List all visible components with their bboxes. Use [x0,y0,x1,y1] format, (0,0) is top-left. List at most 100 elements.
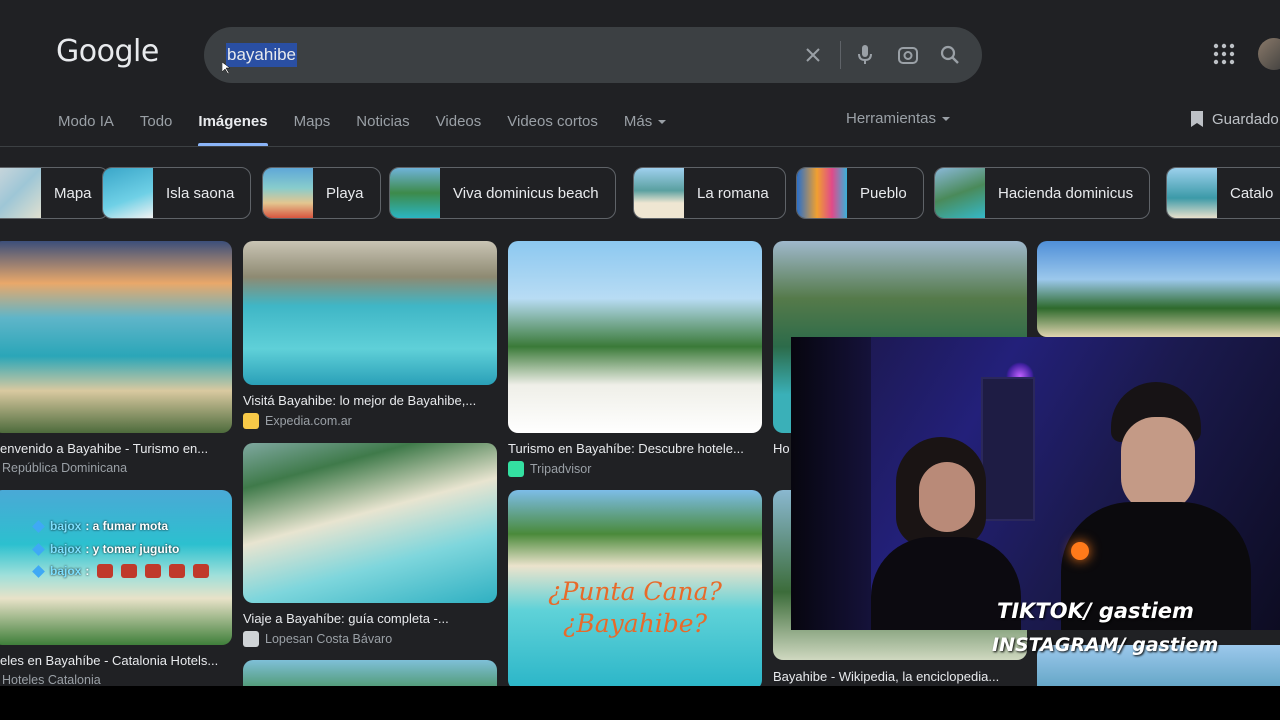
result-caption[interactable]: eles en Bayahíbe - Catalonia Hotels... [0,653,232,668]
person-face [1121,417,1195,512]
chip-pueblo[interactable]: Pueblo [796,167,924,219]
result-caption[interactable]: Visitá Bayahibe: lo mejor de Bayahibe,..… [243,393,497,408]
chip-label: Pueblo [860,184,907,202]
result-image[interactable] [243,443,497,603]
door-shadow [791,337,871,630]
microphone-light [1071,542,1089,560]
tools-menu[interactable]: Herramientas [846,110,951,127]
chip-label: Playa [326,184,364,202]
tab-mas-label: Más [623,113,653,130]
chip-thumbnail [103,168,153,218]
image-text-line: ¿Bayahibe? [562,609,707,638]
chip-label: La romana [697,184,769,202]
chip-catalo[interactable]: Catalo [1166,167,1280,219]
person-face [919,462,975,532]
tools-label: Herramientas [846,110,937,127]
chat-username: bajox [50,542,82,556]
result-image[interactable] [0,241,232,433]
result-source-label: Lopesan Costa Bávaro [265,632,393,646]
result-caption[interactable]: Turismo en Bayahíbe: Descubre hotele... [508,441,762,456]
chevron-down-icon [942,117,951,122]
chat-text: : a fumar mota [85,519,169,533]
tab-todo[interactable]: Todo [140,110,173,146]
close-icon[interactable] [799,41,827,69]
chip-thumbnail [634,168,684,218]
result-caption[interactable]: Viaje a Bayahíbe: guía completa -... [243,611,497,626]
result-source[interactable]: Lopesan Costa Bávaro [243,631,392,647]
result-source[interactable]: Expedia.com.ar [243,413,352,429]
chip-thumbnail [263,168,313,218]
emote-icon [193,564,210,578]
search-divider [840,41,841,69]
chip-mapa[interactable]: Mapa [0,167,109,219]
search-box[interactable]: bayahibe [204,27,982,83]
bookmark-icon [1191,111,1203,127]
tab-videos[interactable]: Videos [436,110,482,146]
chat-username: bajox [50,519,82,533]
image-text-line: ¿Punta Cana? [548,577,722,606]
chip-thumbnail [1167,168,1217,218]
result-source-label: Expedia.com.ar [265,414,352,428]
instagram-handle: INSTAGRAM/ gastiem [992,634,1219,656]
emote-icon [97,564,114,578]
chip-label: Catalo [1230,184,1274,202]
chip-isla-saona[interactable]: Isla saona [102,167,252,219]
result-image[interactable] [243,241,497,385]
tab-modo-ia[interactable]: Modo IA [58,110,114,146]
tab-mas[interactable]: Más [623,110,667,146]
result-source-label: Tripadvisor [530,462,592,476]
chip-viva-dominicus-beach[interactable]: Viva dominicus beach [389,167,616,219]
google-logo[interactable]: Google [56,34,159,69]
chat-message: bajox: [32,564,210,578]
saved-label: Guardado [1212,110,1279,128]
google-images-page: Google bayahibe Modo IA Todo Imágenes Ma… [0,0,1280,686]
tab-videos-cortos[interactable]: Videos cortos [507,110,598,146]
result-caption[interactable]: Ho [773,441,793,456]
tabs-divider [0,146,1280,147]
chip-hacienda-dominicus[interactable]: Hacienda dominicus [934,167,1151,219]
search-input[interactable]: bayahibe [226,43,298,67]
chat-message: bajox: a fumar mota [32,519,169,533]
result-source[interactable]: Hoteles Catalonia [2,673,101,686]
result-caption[interactable]: envenido a Bayahibe - Turismo en... [0,441,230,456]
result-image[interactable] [243,660,497,686]
apps-grid-icon[interactable] [1212,42,1236,71]
chip-thumbnail [935,168,985,218]
mouse-cursor-icon [221,61,231,79]
chevron-down-icon [658,120,667,125]
chip-thumbnail [0,168,41,218]
result-image[interactable] [1037,241,1280,337]
chat-text: : [85,564,90,578]
saved-button[interactable]: Guardado [1190,110,1279,128]
gem-icon [32,564,45,578]
result-image[interactable] [508,241,762,433]
tab-noticias[interactable]: Noticias [356,110,409,146]
chip-la-romana[interactable]: La romana [633,167,786,219]
lens-icon[interactable] [894,41,922,69]
result-image[interactable]: ¿Punta Cana? ¿Bayahibe? [508,490,762,686]
search-tabs: Modo IA Todo Imágenes Maps Noticias Vide… [58,110,692,146]
emote-icon [145,564,162,578]
chat-message: bajox: y tomar juguito [32,542,179,556]
expedia-icon [243,413,259,429]
chip-label: Isla saona [166,184,235,202]
tab-maps[interactable]: Maps [294,110,331,146]
shelf [981,377,1035,521]
mic-icon[interactable] [851,41,879,69]
avatar[interactable] [1258,38,1280,70]
chip-thumbnail [797,168,847,218]
webcam-overlay: TIKTOK/ gastiem [791,337,1280,630]
lopesan-icon [243,631,259,647]
chip-playa[interactable]: Playa [262,167,381,219]
search-icon[interactable] [936,41,964,69]
result-caption[interactable]: Bayahibe - Wikipedia, la enciclopedia... [773,669,1027,684]
tab-imagenes[interactable]: Imágenes [198,110,268,146]
gem-icon [32,519,45,533]
chip-label: Hacienda dominicus [998,184,1134,202]
result-source[interactable]: República Dominicana [2,461,127,475]
tiktok-handle: TIKTOK/ gastiem [997,599,1194,623]
gem-icon [32,542,45,556]
result-source[interactable]: Tripadvisor [508,461,591,477]
emote-icon [121,564,138,578]
emote-icon [169,564,186,578]
